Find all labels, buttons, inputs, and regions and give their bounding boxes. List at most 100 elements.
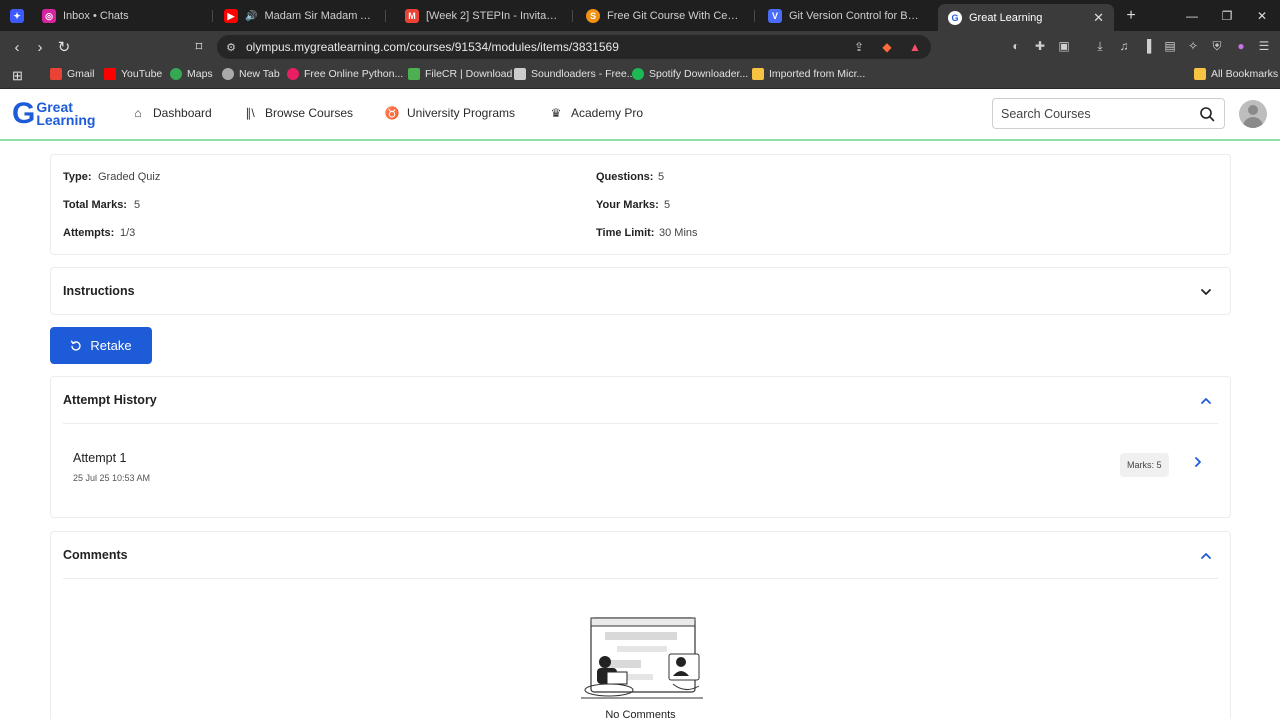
bookmark-spotify[interactable]: Spotify Downloader... [632, 68, 748, 80]
screenshot-icon[interactable]: ▣ [1056, 38, 1072, 54]
crown-icon: ♛ [550, 106, 562, 120]
tab-gmail[interactable]: M [Week 2] STEPIn - Invitation for "Cc [395, 4, 570, 28]
browser-menu-button[interactable]: ✦ [0, 4, 30, 28]
close-tab-icon[interactable]: ✕ [1093, 10, 1104, 26]
vpn-icon[interactable]: ⛨ [1209, 38, 1225, 54]
globe-icon [222, 68, 234, 80]
browser-tab-bar: ✦ ◎ Inbox • Chats ▶ 🔊 Madam Sir Madam An… [0, 0, 1280, 31]
all-bookmarks[interactable]: All Bookmarks [1194, 68, 1278, 80]
tab-youtube[interactable]: ▶ 🔊 Madam Sir Madam Anthe | Vid [214, 4, 384, 28]
bookmark-youtube[interactable]: YouTube [104, 68, 162, 80]
logo-g-mark: G [12, 97, 36, 130]
forward-icon[interactable]: › [30, 37, 50, 57]
attempts-label: Attempts: [63, 227, 115, 239]
comments-title: Comments [63, 548, 128, 562]
great-learning-logo[interactable]: G Great Learning [12, 99, 95, 129]
your-marks-value: 5 [664, 199, 671, 211]
sync-icon[interactable]: ◐ [1008, 38, 1024, 54]
sidebar-icon[interactable]: ▐ [1139, 38, 1155, 54]
home-icon: ⌂ [134, 106, 142, 120]
tab-instagram[interactable]: ◎ Inbox • Chats [32, 4, 212, 28]
wallet-icon[interactable]: ▤ [1162, 38, 1178, 54]
bookmark-gmail[interactable]: Gmail [50, 68, 94, 80]
logo-line-2: Learning [36, 112, 96, 128]
retry-icon [71, 340, 82, 351]
apps-icon[interactable]: ⊞ [12, 68, 23, 84]
tab-label: Git Version Control for Beginners | [789, 10, 920, 22]
tab-git-course[interactable]: S Free Git Course With Certification | [576, 4, 751, 28]
bookmark-label: FileCR | Download [425, 68, 513, 80]
tab-git-vcs[interactable]: V Git Version Control for Beginners | [758, 4, 930, 28]
profile-icon[interactable]: ● [1233, 38, 1249, 54]
youtube-icon: ▶ [224, 9, 238, 23]
nav-browse-courses[interactable]: ∥\ Browse Courses [243, 106, 353, 120]
quiz-info-card: Type: Graded Quiz Total Marks: 5 Attempt… [50, 154, 1231, 255]
brave-shields-icon[interactable]: ◆ [879, 39, 895, 55]
nav-label: University Programs [407, 106, 516, 120]
minimize-button[interactable]: — [1177, 6, 1207, 26]
time-limit-value: 30 Mins [659, 227, 698, 239]
avatar-body-shape [1243, 117, 1263, 128]
share-icon[interactable]: ⇪ [851, 39, 867, 55]
avatar[interactable] [1239, 100, 1267, 128]
address-toolbar: ‹ › ↻ ⌑ ⚙ olympus.mygreatlearning.com/co… [0, 31, 1280, 62]
attempt-title: Attempt 1 [73, 451, 127, 465]
tab-great-learning[interactable]: G Great Learning ✕ [938, 4, 1114, 31]
bookmark-label: Soundloaders - Free... [531, 68, 636, 80]
audio-playing-icon[interactable]: 🔊 [245, 11, 257, 22]
menu-icon[interactable]: ☰ [1256, 38, 1272, 54]
bookmark-python[interactable]: Free Online Python... [287, 68, 403, 80]
nav-label: Academy Pro [571, 106, 644, 120]
total-marks-label: Total Marks: [63, 199, 127, 211]
chevron-right-icon[interactable] [1191, 455, 1205, 469]
bookmarks-bar: ⊞ Gmail YouTube Maps New Tab Free Online… [0, 62, 1280, 89]
brave-rewards-icon[interactable]: ▲ [907, 39, 923, 55]
extensions-icon[interactable]: ✚ [1032, 38, 1048, 54]
site-info-icon[interactable]: ⚙ [223, 39, 239, 55]
search-icon[interactable] [1199, 106, 1215, 122]
url-bar[interactable]: ⚙ olympus.mygreatlearning.com/courses/91… [217, 35, 931, 59]
chevron-down-icon[interactable] [1199, 285, 1213, 299]
maximize-button[interactable]: ❐ [1212, 6, 1242, 26]
retake-label: Retake [90, 338, 132, 353]
nav-academy-pro[interactable]: ♛ Academy Pro [549, 106, 643, 120]
bookmark-maps[interactable]: Maps [170, 68, 213, 80]
chevron-up-icon[interactable] [1199, 549, 1213, 563]
media-icon[interactable]: ♫ [1116, 38, 1132, 54]
leo-ai-icon[interactable]: ✧ [1185, 38, 1201, 54]
reload-icon[interactable]: ↻ [54, 37, 74, 57]
bookmark-imported-folder[interactable]: Imported from Micr... [752, 68, 865, 80]
nav-label: Dashboard [153, 106, 212, 120]
attempt-history-card: Attempt History Attempt 1 25 Jul 25 10:5… [50, 376, 1231, 518]
attempts-value: 1/3 [120, 227, 136, 239]
folder-icon [752, 68, 764, 80]
attempt-history-title: Attempt History [63, 393, 157, 407]
tab-label: Madam Sir Madam Anthe | Vid [264, 10, 374, 22]
retake-button[interactable]: Retake [50, 327, 152, 364]
close-window-button[interactable]: ✕ [1247, 6, 1277, 26]
search-box [992, 98, 1225, 129]
filecr-icon [408, 68, 420, 80]
divider [63, 423, 1218, 424]
bookmark-icon[interactable]: ⌑ [189, 37, 209, 57]
nav-label: Browse Courses [265, 106, 354, 120]
bookmark-new-tab[interactable]: New Tab [222, 68, 280, 80]
youtube-icon [104, 68, 116, 80]
new-tab-button[interactable]: + [1116, 6, 1146, 26]
questions-value: 5 [658, 171, 665, 183]
chevron-up-icon[interactable] [1199, 394, 1213, 408]
instructions-accordion[interactable]: Instructions [50, 267, 1231, 315]
divider [63, 578, 1218, 579]
bookmark-filecr[interactable]: FileCR | Download [408, 68, 512, 80]
greatlearning-icon: G [948, 10, 962, 25]
tab-separator [385, 10, 386, 22]
instructions-title: Instructions [63, 284, 135, 298]
bookmark-label: Gmail [67, 68, 95, 80]
nav-university-programs[interactable]: ♉ University Programs [385, 106, 516, 120]
bookmark-soundloaders[interactable]: Soundloaders - Free... [514, 68, 635, 80]
tab-separator [754, 10, 755, 22]
nav-dashboard[interactable]: ⌂ Dashboard [131, 106, 212, 120]
back-icon[interactable]: ‹ [7, 37, 27, 57]
download-icon[interactable]: ⤓ [1092, 38, 1108, 54]
search-input[interactable] [1001, 105, 1191, 123]
